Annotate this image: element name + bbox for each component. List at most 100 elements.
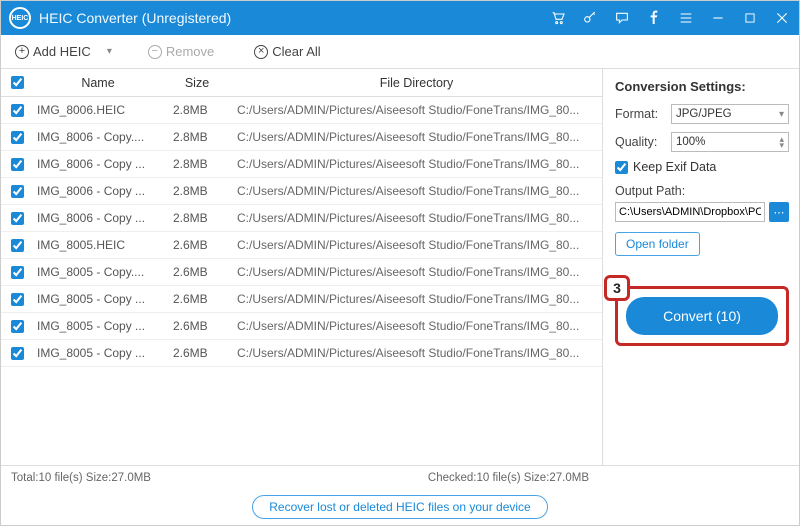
table-row[interactable]: IMG_8005 - Copy ...2.6MBC:/Users/ADMIN/P… [1, 313, 602, 340]
status-bar: Total:10 file(s) Size:27.0MB Checked:10 … [1, 465, 799, 489]
row-checkbox[interactable] [11, 320, 24, 333]
title-bar: HEIC HEIC Converter (Unregistered) [1, 1, 799, 35]
row-dir: C:/Users/ADMIN/Pictures/Aiseesoft Studio… [231, 157, 602, 171]
menu-icon[interactable] [677, 9, 695, 27]
row-checkbox[interactable] [11, 212, 24, 225]
row-checkbox[interactable] [11, 158, 24, 171]
quality-value: 100% [676, 136, 705, 148]
key-icon[interactable] [581, 9, 599, 27]
app-title: HEIC Converter (Unregistered) [39, 10, 549, 26]
toolbar: + Add HEIC ▾ − Remove × Clear All [1, 35, 799, 69]
row-name: IMG_8005 - Copy.... [33, 265, 163, 279]
add-heic-dropdown[interactable]: ▾ [107, 46, 112, 57]
row-checkbox[interactable] [11, 131, 24, 144]
row-name: IMG_8005 - Copy ... [33, 292, 163, 306]
add-heic-button[interactable]: + Add HEIC [11, 42, 95, 61]
app-window: HEIC HEIC Converter (Unregistered) + Add… [0, 0, 800, 526]
row-checkbox[interactable] [11, 266, 24, 279]
row-name: IMG_8005.HEIC [33, 238, 163, 252]
row-name: IMG_8006 - Copy.... [33, 130, 163, 144]
add-heic-label: Add HEIC [33, 44, 91, 59]
row-dir: C:/Users/ADMIN/Pictures/Aiseesoft Studio… [231, 238, 602, 252]
quality-label: Quality: [615, 135, 665, 149]
convert-button[interactable]: Convert (10) [626, 297, 778, 335]
keep-exif-checkbox[interactable] [615, 161, 628, 174]
status-checked: Checked:10 file(s) Size:27.0MB [428, 472, 589, 484]
minus-icon: − [148, 45, 162, 59]
row-size: 2.6MB [163, 319, 231, 333]
row-name: IMG_8005 - Copy ... [33, 319, 163, 333]
output-path-label: Output Path: [615, 184, 789, 198]
row-dir: C:/Users/ADMIN/Pictures/Aiseesoft Studio… [231, 103, 602, 117]
footer: Recover lost or deleted HEIC files on yo… [1, 489, 799, 525]
header-name: Name [33, 76, 163, 90]
row-checkbox[interactable] [11, 293, 24, 306]
row-dir: C:/Users/ADMIN/Pictures/Aiseesoft Studio… [231, 292, 602, 306]
quality-stepper[interactable]: 100% ▴▾ [671, 132, 789, 152]
row-size: 2.8MB [163, 103, 231, 117]
select-all-checkbox[interactable] [11, 76, 24, 89]
output-path-input[interactable] [615, 202, 765, 222]
row-size: 2.8MB [163, 184, 231, 198]
close-icon[interactable] [773, 9, 791, 27]
format-label: Format: [615, 107, 665, 121]
table-row[interactable]: IMG_8005 - Copy ...2.6MBC:/Users/ADMIN/P… [1, 340, 602, 367]
settings-panel: Conversion Settings: Format: JPG/JPEG ▾ … [603, 69, 799, 465]
row-size: 2.8MB [163, 157, 231, 171]
format-value: JPG/JPEG [676, 108, 732, 120]
cart-icon[interactable] [549, 9, 567, 27]
table-row[interactable]: IMG_8006 - Copy....2.8MBC:/Users/ADMIN/P… [1, 124, 602, 151]
row-dir: C:/Users/ADMIN/Pictures/Aiseesoft Studio… [231, 319, 602, 333]
file-rows: IMG_8006.HEIC2.8MBC:/Users/ADMIN/Picture… [1, 97, 602, 367]
table-row[interactable]: IMG_8005 - Copy ...2.6MBC:/Users/ADMIN/P… [1, 286, 602, 313]
table-header: Name Size File Directory [1, 69, 602, 97]
row-dir: C:/Users/ADMIN/Pictures/Aiseesoft Studio… [231, 130, 602, 144]
header-size: Size [163, 76, 231, 90]
x-icon: × [254, 45, 268, 59]
row-size: 2.6MB [163, 292, 231, 306]
row-name: IMG_8006 - Copy ... [33, 184, 163, 198]
clear-all-label: Clear All [272, 44, 320, 59]
remove-button: − Remove [144, 42, 218, 61]
chevron-down-icon: ▾ [779, 109, 784, 120]
table-row[interactable]: IMG_8005 - Copy....2.6MBC:/Users/ADMIN/P… [1, 259, 602, 286]
settings-title: Conversion Settings: [615, 79, 789, 94]
row-checkbox[interactable] [11, 104, 24, 117]
stepper-arrows-icon: ▴▾ [779, 136, 784, 149]
browse-button[interactable]: ⋯ [769, 202, 789, 222]
row-name: IMG_8006 - Copy ... [33, 157, 163, 171]
row-name: IMG_8005 - Copy ... [33, 346, 163, 360]
row-size: 2.6MB [163, 265, 231, 279]
plus-icon: + [15, 45, 29, 59]
status-total: Total:10 file(s) Size:27.0MB [11, 472, 151, 484]
minimize-icon[interactable] [709, 9, 727, 27]
table-row[interactable]: IMG_8005.HEIC2.6MBC:/Users/ADMIN/Picture… [1, 232, 602, 259]
table-row[interactable]: IMG_8006 - Copy ...2.8MBC:/Users/ADMIN/P… [1, 205, 602, 232]
header-dir: File Directory [231, 76, 602, 90]
row-dir: C:/Users/ADMIN/Pictures/Aiseesoft Studio… [231, 265, 602, 279]
maximize-icon[interactable] [741, 9, 759, 27]
feedback-icon[interactable] [613, 9, 631, 27]
step-badge: 3 [604, 275, 630, 301]
table-row[interactable]: IMG_8006.HEIC2.8MBC:/Users/ADMIN/Picture… [1, 97, 602, 124]
table-row[interactable]: IMG_8006 - Copy ...2.8MBC:/Users/ADMIN/P… [1, 151, 602, 178]
row-checkbox[interactable] [11, 347, 24, 360]
facebook-icon[interactable] [645, 9, 663, 27]
convert-callout: 3 Convert (10) [615, 286, 789, 346]
format-select[interactable]: JPG/JPEG ▾ [671, 104, 789, 124]
file-list-pane: Name Size File Directory IMG_8006.HEIC2.… [1, 69, 603, 465]
row-name: IMG_8006 - Copy ... [33, 211, 163, 225]
row-dir: C:/Users/ADMIN/Pictures/Aiseesoft Studio… [231, 211, 602, 225]
row-checkbox[interactable] [11, 185, 24, 198]
clear-all-button[interactable]: × Clear All [250, 42, 324, 61]
row-size: 2.8MB [163, 211, 231, 225]
row-dir: C:/Users/ADMIN/Pictures/Aiseesoft Studio… [231, 184, 602, 198]
row-size: 2.6MB [163, 238, 231, 252]
row-size: 2.8MB [163, 130, 231, 144]
recover-link[interactable]: Recover lost or deleted HEIC files on yo… [252, 495, 547, 519]
table-row[interactable]: IMG_8006 - Copy ...2.8MBC:/Users/ADMIN/P… [1, 178, 602, 205]
row-checkbox[interactable] [11, 239, 24, 252]
open-folder-button[interactable]: Open folder [615, 232, 700, 256]
app-logo-icon: HEIC [9, 7, 31, 29]
remove-label: Remove [166, 44, 214, 59]
